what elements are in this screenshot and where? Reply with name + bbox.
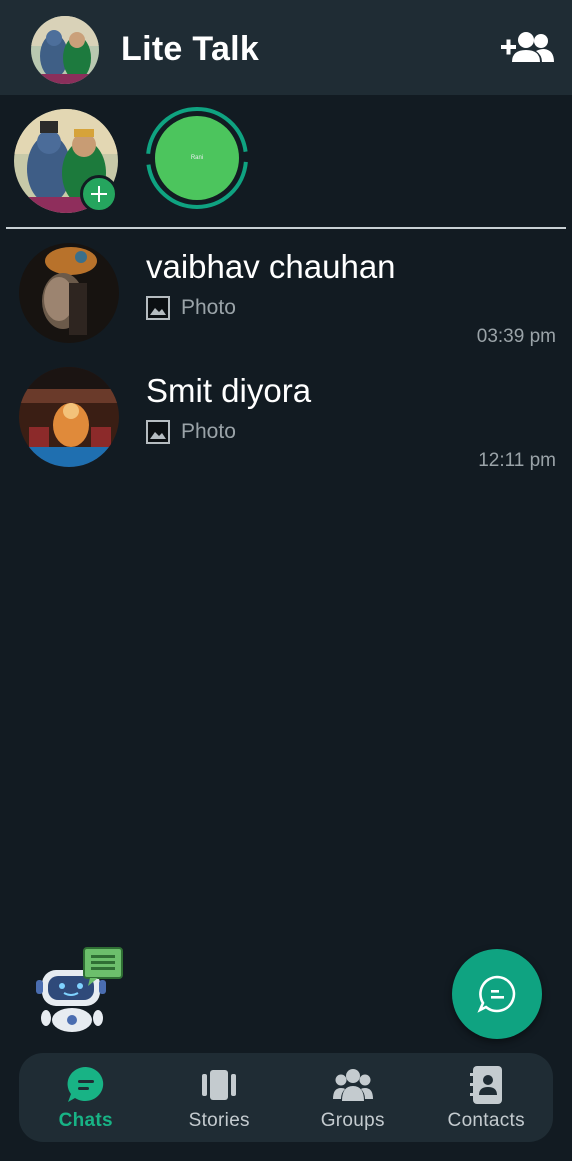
new-chat-fab[interactable] <box>452 949 542 1039</box>
chats-icon <box>67 1066 103 1102</box>
message-time: 12:11 pm <box>478 450 556 471</box>
tab-stories[interactable]: Stories <box>153 1053 287 1142</box>
chatbot-button[interactable] <box>34 946 126 1034</box>
divider <box>6 227 566 229</box>
contact-avatar <box>19 367 119 467</box>
new-chat-icon <box>477 975 516 1013</box>
tab-chats[interactable]: Chats <box>19 1053 153 1142</box>
contact-avatar <box>19 243 119 343</box>
image-icon <box>146 420 170 444</box>
preview-text: Photo <box>181 296 236 319</box>
last-message-preview: Photo <box>146 296 236 320</box>
chat-list-item[interactable]: vaibhav chauhan Photo 03:39 pm <box>0 236 572 354</box>
chat-list-item[interactable]: Smit diyora Photo 12:11 pm <box>0 360 572 478</box>
top-app-bar: Lite Talk <box>0 0 572 95</box>
add-user-button[interactable] <box>496 30 558 70</box>
add-story-button[interactable] <box>80 175 118 213</box>
bottom-navigation: Chats Stories Groups Contacts <box>19 1053 553 1142</box>
profile-avatar[interactable] <box>31 16 99 84</box>
contact-name: Smit diyora <box>146 372 312 409</box>
contact-name: vaibhav chauhan <box>146 248 396 285</box>
plus-icon <box>91 186 107 202</box>
stories-row <box>0 95 572 228</box>
chatbot-icon <box>36 947 123 1032</box>
my-story[interactable] <box>14 109 118 213</box>
tab-label: Groups <box>320 1110 385 1131</box>
tab-label: Chats <box>58 1110 113 1131</box>
tab-groups[interactable]: Groups <box>286 1053 420 1142</box>
image-icon <box>146 296 170 320</box>
preview-text: Photo <box>181 420 236 443</box>
story-label: Rani <box>190 155 204 161</box>
groups-icon <box>332 1069 373 1101</box>
tab-contacts[interactable]: Contacts <box>420 1053 554 1142</box>
story-item[interactable]: Rani <box>155 116 239 200</box>
stories-icon <box>202 1070 237 1100</box>
tab-label: Stories <box>188 1110 250 1131</box>
tab-label: Contacts <box>447 1110 525 1131</box>
last-message-preview: Photo <box>146 420 236 444</box>
add-user-icon <box>501 32 554 62</box>
message-time: 03:39 pm <box>476 326 556 347</box>
app-title: Lite Talk <box>121 30 260 68</box>
contacts-icon <box>470 1066 503 1104</box>
